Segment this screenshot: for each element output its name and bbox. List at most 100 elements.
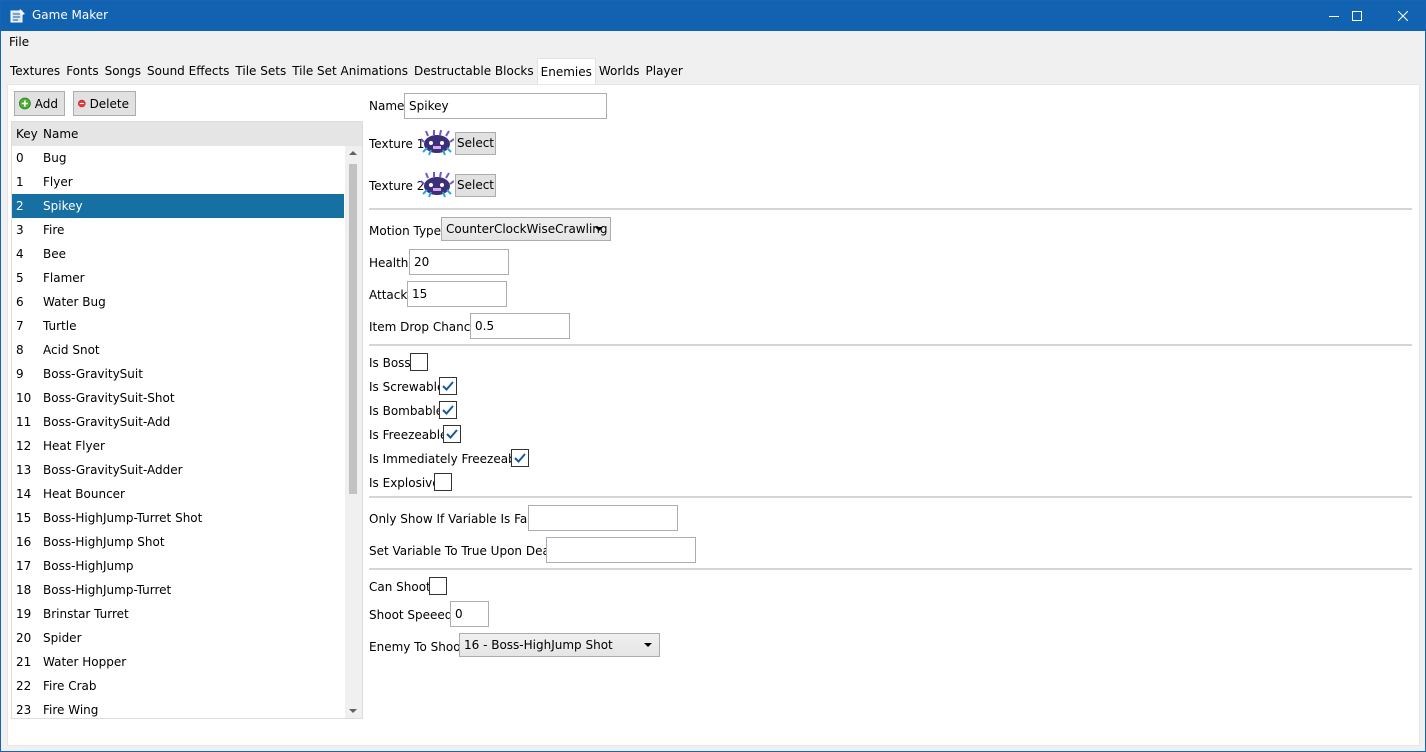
name-input[interactable]: Spikey — [404, 93, 607, 119]
is-freezeable-label: Is Freezeable: — [369, 428, 452, 442]
motion-type-dropdown[interactable]: CounterClockWiseCrawling — [441, 217, 611, 241]
tab-songs[interactable]: Songs — [102, 59, 144, 83]
list-item[interactable]: 14 Heat Bouncer — [12, 482, 346, 506]
list-item[interactable]: 6 Water Bug — [12, 290, 346, 314]
is-bombable-checkbox[interactable] — [439, 401, 457, 419]
list-item-name: Acid Snot — [43, 343, 100, 357]
shoot-speed-input[interactable]: 0 — [450, 601, 489, 627]
enemy-to-shoot-dropdown[interactable]: 16 - Boss-HighJump Shot — [459, 633, 660, 657]
list-item-name: Brinstar Turret — [43, 607, 129, 621]
list-item[interactable]: 15 Boss-HighJump-Turret Shot — [12, 506, 346, 530]
can-shoot-checkbox[interactable] — [429, 577, 447, 595]
texture2-select-button[interactable]: Select — [455, 174, 496, 197]
list-item[interactable]: 16 Boss-HighJump Shot — [12, 530, 346, 554]
tab-worlds[interactable]: Worlds — [596, 59, 643, 83]
is-freezeable-checkbox[interactable] — [443, 425, 461, 443]
maximize-button[interactable] — [1334, 1, 1380, 31]
list-item-key: 5 — [16, 271, 24, 285]
list-item[interactable]: 19 Brinstar Turret — [12, 602, 346, 626]
list-item-name: Boss-GravitySuit-Shot — [43, 391, 175, 405]
tab-tile-set-animations[interactable]: Tile Set Animations — [289, 59, 411, 83]
list-item-name: Heat Flyer — [43, 439, 105, 453]
health-label: Health: — [369, 256, 413, 270]
title-bar[interactable]: Game Maker — [1, 1, 1425, 31]
list-item-key: 22 — [16, 679, 32, 693]
health-input[interactable]: 20 — [409, 249, 509, 275]
only-show-input[interactable] — [528, 505, 678, 531]
tab-sound-effects[interactable]: Sound Effects — [144, 59, 232, 83]
list-item-name: Fire Crab — [43, 679, 97, 693]
list-item-key: 13 — [16, 463, 32, 477]
texture1-select-button[interactable]: Select — [455, 132, 496, 155]
attack-input[interactable]: 15 — [407, 281, 507, 307]
list-item-name: Flyer — [43, 175, 73, 189]
is-immediately-freezeable-checkbox[interactable] — [511, 449, 529, 467]
is-explosive-checkbox[interactable] — [434, 473, 452, 491]
list-item-name: Boss-HighJump-Turret — [43, 583, 172, 597]
list-item-name: Bug — [43, 151, 67, 165]
list-item-key: 11 — [16, 415, 32, 429]
list-item-key: 20 — [16, 631, 32, 645]
tab-fonts[interactable]: Fonts — [63, 59, 101, 83]
checkmark-icon — [442, 405, 454, 415]
add-icon — [19, 97, 31, 110]
chevron-down-icon — [595, 227, 603, 231]
checkmark-icon — [446, 429, 458, 439]
set-variable-label: Set Variable To True Upon Death: — [369, 544, 567, 558]
tab-player[interactable]: Player — [643, 59, 686, 83]
list-item[interactable]: 4 Bee — [12, 242, 346, 266]
list-item[interactable]: 0 Bug — [12, 146, 346, 170]
column-header-key[interactable]: Key — [16, 127, 38, 141]
list-item-name: Boss-GravitySuit-Adder — [43, 463, 183, 477]
scroll-thumb[interactable] — [349, 164, 357, 494]
is-boss-checkbox[interactable] — [410, 353, 428, 371]
tab-tile-sets[interactable]: Tile Sets — [232, 59, 289, 83]
tab-textures[interactable]: Textures — [7, 59, 63, 83]
maximize-icon — [1352, 11, 1362, 21]
add-label: Add — [34, 96, 58, 111]
add-button[interactable]: Add — [14, 91, 65, 116]
list-item-name: Water Bug — [43, 295, 106, 309]
list-item[interactable]: 21 Water Hopper — [12, 650, 346, 674]
list-item[interactable]: 20 Spider — [12, 626, 346, 650]
tab-enemies[interactable]: Enemies — [536, 58, 596, 84]
scroll-up-icon[interactable] — [349, 151, 357, 155]
list-item-key: 3 — [16, 223, 24, 237]
list-item[interactable]: 17 Boss-HighJump — [12, 554, 346, 578]
list-item-key: 15 — [16, 511, 32, 525]
list-item-key: 1 — [16, 175, 24, 189]
list-item[interactable]: 11 Boss-GravitySuit-Add — [12, 410, 346, 434]
list-item[interactable]: 13 Boss-GravitySuit-Adder — [12, 458, 346, 482]
texture1-sprite — [420, 130, 454, 156]
list-item[interactable]: 23 Fire Wing — [12, 698, 346, 718]
scroll-down-icon[interactable] — [349, 709, 357, 713]
list-item[interactable]: 3 Fire — [12, 218, 346, 242]
list-item[interactable]: 10 Boss-GravitySuit-Shot — [12, 386, 346, 410]
list-item[interactable]: 12 Heat Flyer — [12, 434, 346, 458]
delete-button[interactable]: Delete — [73, 91, 136, 116]
item-drop-input[interactable]: 0.5 — [470, 313, 570, 339]
list-item-name: Water Hopper — [43, 655, 127, 669]
list-item[interactable]: 18 Boss-HighJump-Turret — [12, 578, 346, 602]
list-item[interactable]: 7 Turtle — [12, 314, 346, 338]
list-item-name: Spikey — [43, 199, 83, 213]
separator-2 — [369, 344, 1412, 346]
set-variable-input[interactable] — [546, 537, 696, 563]
name-label: Name: — [369, 99, 409, 113]
list-item[interactable]: 5 Flamer — [12, 266, 346, 290]
list-item[interactable]: 2 Spikey — [12, 194, 344, 218]
list-item[interactable]: 8 Acid Snot — [12, 338, 346, 362]
list-scrollbar[interactable] — [345, 146, 362, 718]
delete-icon — [78, 99, 86, 108]
is-boss-label: Is Boss: — [369, 356, 415, 370]
list-item[interactable]: 1 Flyer — [12, 170, 346, 194]
motion-type-value: CounterClockWiseCrawling — [446, 222, 608, 236]
list-item[interactable]: 22 Fire Crab — [12, 674, 346, 698]
column-header-name[interactable]: Name — [43, 127, 78, 141]
menu-file[interactable]: File — [9, 35, 29, 49]
tab-destructable-blocks[interactable]: Destructable Blocks — [411, 59, 537, 83]
close-button[interactable] — [1380, 1, 1426, 31]
is-screwable-checkbox[interactable] — [439, 377, 457, 395]
delete-label: Delete — [89, 96, 129, 111]
list-item[interactable]: 9 Boss-GravitySuit — [12, 362, 346, 386]
